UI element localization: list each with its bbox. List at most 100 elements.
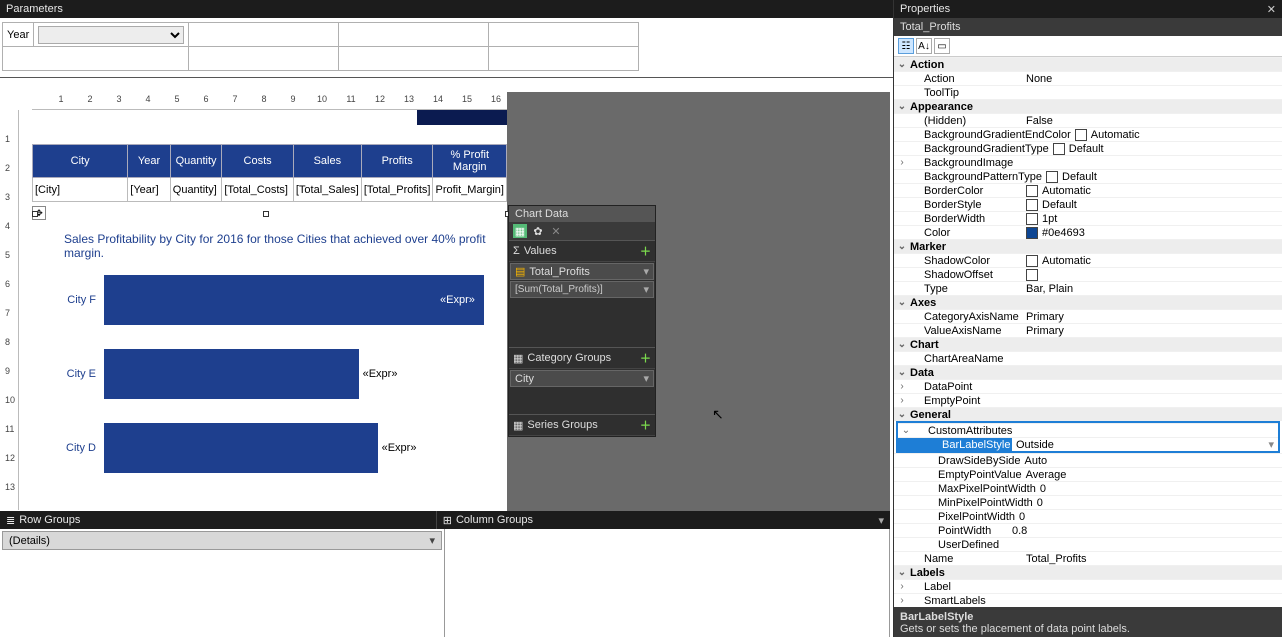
categorized-view-button[interactable]: ☷ xyxy=(898,38,914,54)
property-row-dataPoint[interactable]: ›DataPoint xyxy=(894,379,1282,393)
add-value-button[interactable]: ＋ xyxy=(640,243,651,259)
report-table[interactable]: CityYearQuantityCostsSalesProfits% Profi… xyxy=(32,144,507,202)
property-row-action[interactable]: ActionNone xyxy=(894,71,1282,85)
property-value[interactable]: 0 xyxy=(1040,483,1046,495)
param-empty-cell[interactable] xyxy=(189,23,339,47)
property-value[interactable]: Total_Profits xyxy=(1026,553,1087,565)
property-category[interactable]: ⌄Action xyxy=(894,57,1282,71)
property-category[interactable]: ⌄Data xyxy=(894,365,1282,379)
property-row-type[interactable]: TypeBar, Plain xyxy=(894,281,1282,295)
expand-icon[interactable]: ⌄ xyxy=(896,59,908,70)
property-row-emptyPointVal[interactable]: EmptyPointValueAverage xyxy=(894,467,1282,481)
chevron-down-icon[interactable]: ▾ xyxy=(872,514,890,527)
details-group-item[interactable]: (Details) ▾ xyxy=(2,531,442,550)
property-value[interactable]: None xyxy=(1026,73,1052,85)
expand-icon[interactable]: › xyxy=(896,595,908,606)
property-row-drawSide[interactable]: DrawSideBySideAuto xyxy=(894,453,1282,467)
properties-list[interactable]: ⌄ActionActionNoneToolTip⌄Appearance(Hidd… xyxy=(894,57,1282,607)
property-value[interactable]: Bar, Plain xyxy=(1026,283,1073,295)
table-cell[interactable]: Quantity] xyxy=(170,178,222,202)
table-cell[interactable]: [Year] xyxy=(128,178,170,202)
property-row-color[interactable]: Color#0e4693 xyxy=(894,225,1282,239)
param-empty-cell[interactable] xyxy=(339,23,489,47)
chart-bar-row[interactable]: City E«Expr» xyxy=(52,344,487,404)
table-cell[interactable]: [Total_Costs] xyxy=(222,178,294,202)
property-value[interactable]: 0 xyxy=(1019,511,1025,523)
chevron-down-icon[interactable]: ▾ xyxy=(643,372,649,385)
chevron-down-icon[interactable]: ▾ xyxy=(1268,438,1278,451)
property-row-bgPattern[interactable]: BackgroundPatternTypeDefault xyxy=(894,169,1282,183)
property-row-catAxis[interactable]: CategoryAxisNamePrimary xyxy=(894,309,1282,323)
table-cell[interactable]: [City] xyxy=(33,178,128,202)
layout-icon[interactable]: ▦ xyxy=(513,224,527,238)
property-row-smartLabels[interactable]: ›SmartLabels xyxy=(894,593,1282,607)
property-row-barLabelStyle[interactable]: BarLabelStyleOutside▾ xyxy=(898,437,1278,451)
param-empty-cell[interactable] xyxy=(339,47,489,71)
add-series-button[interactable]: ＋ xyxy=(640,417,651,433)
selection-handles[interactable]: ✥ xyxy=(13,206,525,220)
property-row-label[interactable]: ›Label xyxy=(894,579,1282,593)
property-value[interactable]: Default xyxy=(1069,143,1104,155)
property-value[interactable]: Automatic xyxy=(1042,185,1091,197)
property-value[interactable]: 0 xyxy=(1037,497,1043,509)
table-cell[interactable]: Profit_Margin] xyxy=(433,178,507,202)
row-groups-list[interactable]: (Details) ▾ xyxy=(0,529,445,637)
expand-icon[interactable]: ⌄ xyxy=(896,567,908,578)
property-category[interactable]: ⌄General xyxy=(894,407,1282,421)
chart-bar[interactable] xyxy=(104,349,359,399)
property-value[interactable]: Auto xyxy=(1025,455,1048,467)
close-icon[interactable]: ✕ xyxy=(549,224,563,238)
gear-icon[interactable]: ✿ xyxy=(531,224,545,238)
property-pages-button[interactable]: ▭ xyxy=(934,38,950,54)
param-empty-cell[interactable] xyxy=(3,47,189,71)
property-row-userDef[interactable]: UserDefined xyxy=(894,537,1282,551)
property-value[interactable]: Automatic xyxy=(1091,129,1140,141)
close-icon[interactable]: ✕ xyxy=(1267,3,1276,16)
table-cell[interactable]: [Total_Profits] xyxy=(361,178,433,202)
property-value[interactable]: Primary xyxy=(1026,311,1064,323)
property-row-emptyPoint[interactable]: ›EmptyPoint xyxy=(894,393,1282,407)
property-row-hidden[interactable]: (Hidden)False xyxy=(894,113,1282,127)
property-row-pointWidth[interactable]: PointWidth0.8 xyxy=(894,523,1282,537)
table-header[interactable]: % Profit Margin xyxy=(433,145,507,178)
property-value[interactable]: Primary xyxy=(1026,325,1064,337)
expand-icon[interactable]: ⌄ xyxy=(896,339,908,350)
chart-bar[interactable] xyxy=(104,423,378,473)
report-surface[interactable]: CityYearQuantityCostsSalesProfits% Profi… xyxy=(32,110,507,502)
expand-icon[interactable]: ⌄ xyxy=(896,367,908,378)
property-row-bgImage[interactable]: ›BackgroundImage xyxy=(894,155,1282,169)
category-field-item[interactable]: City ▾ xyxy=(510,370,654,387)
property-row-borderWidth[interactable]: BorderWidth1pt xyxy=(894,211,1282,225)
property-value[interactable]: Outside xyxy=(1016,439,1054,451)
property-value[interactable]: 0.8 xyxy=(1012,525,1027,537)
property-value[interactable]: Automatic xyxy=(1042,255,1091,267)
param-year-select[interactable] xyxy=(38,26,184,44)
table-header[interactable]: Profits xyxy=(361,145,433,178)
property-value[interactable]: Default xyxy=(1062,171,1097,183)
property-row-bgGradEndColor[interactable]: BackgroundGradientEndColorAutomatic xyxy=(894,127,1282,141)
alphabetical-view-button[interactable]: A↓ xyxy=(916,38,932,54)
table-header[interactable]: Sales xyxy=(293,145,361,178)
resize-handle[interactable] xyxy=(32,211,38,217)
property-value[interactable]: Average xyxy=(1026,469,1067,481)
chart-data-panel[interactable]: Chart Data ▦ ✿ ✕ ΣValues ＋ ▤Total_Profit… xyxy=(508,205,656,437)
property-category[interactable]: ⌄Chart xyxy=(894,337,1282,351)
property-value[interactable]: False xyxy=(1026,115,1053,127)
expand-icon[interactable]: › xyxy=(896,157,908,168)
property-row-borderColor[interactable]: BorderColorAutomatic xyxy=(894,183,1282,197)
expand-icon[interactable]: ⌄ xyxy=(896,297,908,308)
property-row-valAxis[interactable]: ValueAxisNamePrimary xyxy=(894,323,1282,337)
property-row-bgGradType[interactable]: BackgroundGradientTypeDefault xyxy=(894,141,1282,155)
property-row-tooltip[interactable]: ToolTip xyxy=(894,85,1282,99)
table-cell[interactable]: [Total_Sales] xyxy=(293,178,361,202)
expand-icon[interactable]: › xyxy=(896,581,908,592)
property-category[interactable]: ⌄Labels xyxy=(894,565,1282,579)
property-value[interactable]: 1pt xyxy=(1042,213,1057,225)
param-empty-cell[interactable] xyxy=(489,47,639,71)
property-row-pxWidth[interactable]: PixelPointWidth0 xyxy=(894,509,1282,523)
property-value[interactable]: #0e4693 xyxy=(1042,227,1085,239)
value-expression-item[interactable]: [Sum(Total_Profits)] ▾ xyxy=(510,281,654,298)
expand-icon[interactable]: ⌄ xyxy=(896,409,908,420)
chevron-down-icon[interactable]: ▾ xyxy=(643,265,649,278)
bar-chart[interactable]: City F«Expr»City E«Expr»City D«Expr» xyxy=(52,270,487,500)
